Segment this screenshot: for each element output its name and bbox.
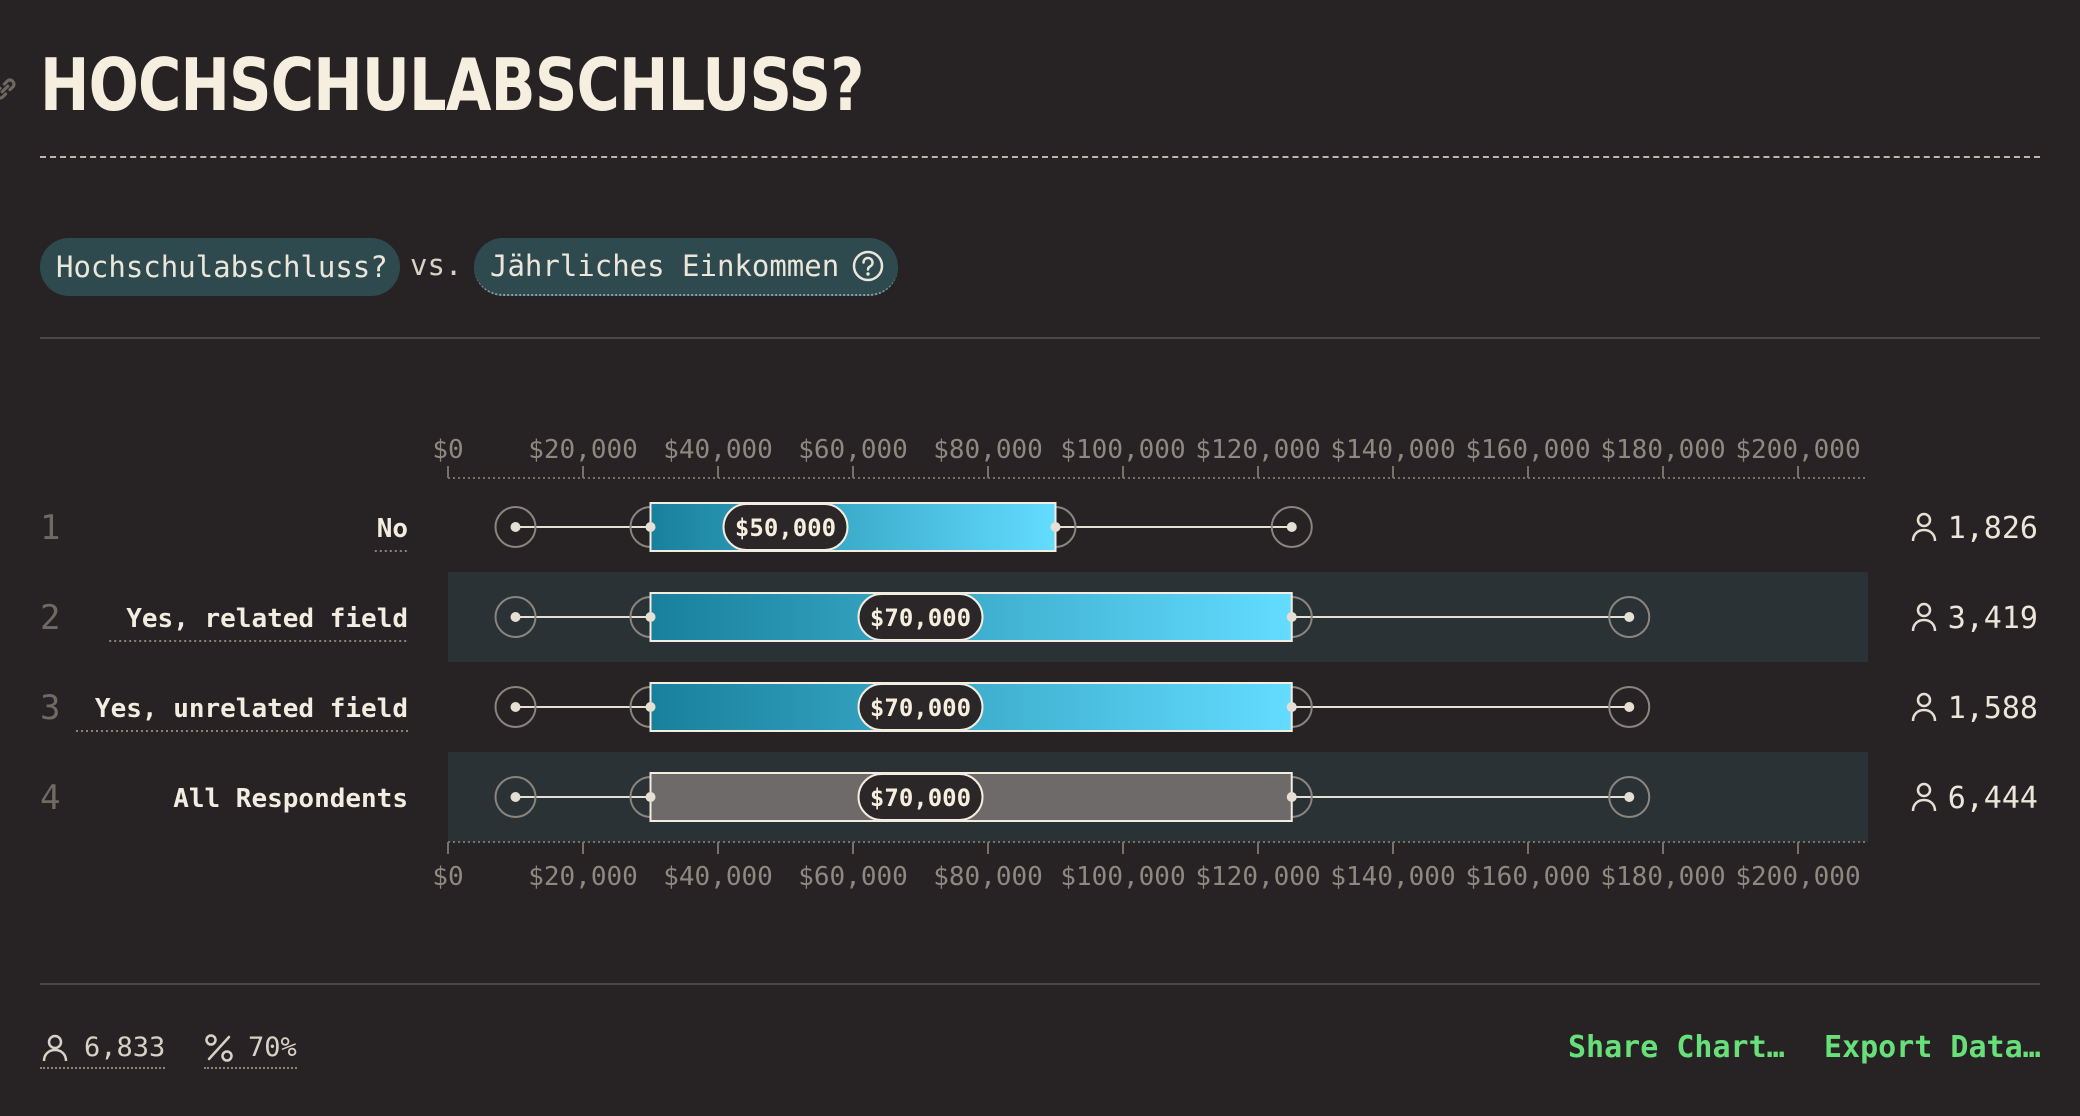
whisker-low-dot (510, 792, 521, 802)
x-tick-label: $120,000 (1195, 862, 1320, 892)
median-label: $50,000 (735, 514, 836, 542)
person-icon (1911, 692, 1937, 722)
iqr-box (649, 502, 1057, 552)
export-data-link[interactable]: Export Data… (1824, 1030, 2041, 1065)
x-tick-label: $200,000 (1735, 862, 1860, 892)
row-index: 3 (40, 688, 60, 728)
whisker-high-dot (1624, 792, 1635, 802)
x-tick-label: $60,000 (798, 862, 908, 892)
row-count: 1,588 (1948, 691, 2038, 726)
q3-dot (1286, 702, 1297, 712)
q1-dot (645, 792, 656, 802)
response-rate[interactable]: 70% (204, 1032, 297, 1069)
row-index: 2 (40, 598, 60, 638)
person-icon-body (1911, 708, 1937, 722)
person-icon-head (1916, 692, 1932, 708)
x-tick-label: $120,000 (1195, 435, 1320, 465)
x-tick-label: $160,000 (1465, 862, 1590, 892)
row-count: 1,826 (1948, 511, 2038, 546)
x-tick-label: $0 (432, 862, 463, 892)
median-label: $70,000 (870, 604, 971, 632)
boxplot-chart: $0 $20,000 $40,000 $60,000 $80,000 $100,000 $1… (40, 435, 2038, 892)
x-tick-label: $200,000 (1735, 435, 1860, 465)
q3-dot (1286, 792, 1297, 802)
x-tick-label: $180,000 (1600, 435, 1725, 465)
q1-dot (645, 612, 656, 622)
person-icon-body (1911, 798, 1937, 812)
person-icon (1911, 782, 1937, 812)
x-tick-label: $80,000 (933, 862, 1043, 892)
median-label: $70,000 (870, 694, 971, 722)
whisker-high-dot (1624, 702, 1635, 712)
row-label: No (377, 514, 408, 544)
person-icon (42, 1034, 68, 1061)
total-respondents[interactable]: 6,833 (40, 1032, 166, 1069)
x-tick-label: $160,000 (1465, 435, 1590, 465)
total-respondents-value: 6,833 (84, 1032, 166, 1063)
x-tick-label: $100,000 (1060, 862, 1185, 892)
person-icon (1911, 512, 1937, 542)
person-icon-body (1911, 528, 1937, 542)
q3-dot (1286, 612, 1297, 622)
row-label: Yes, related field (126, 604, 408, 634)
x-tick-label: $0 (432, 435, 463, 465)
person-icon-head (1916, 512, 1932, 528)
x-tick-label: $40,000 (663, 435, 773, 465)
q1-dot (645, 522, 656, 532)
x-tick-label: $80,000 (933, 435, 1043, 465)
x-tick-label: $140,000 (1330, 862, 1455, 892)
row-label: All Respondents (173, 784, 408, 814)
person-icon-body (1911, 618, 1937, 632)
whisker-low-dot (510, 612, 521, 622)
whisker-high-dot (1624, 612, 1635, 622)
share-chart-link[interactable]: Share Chart… (1568, 1030, 1785, 1065)
q3-dot (1050, 522, 1061, 532)
x-tick-label: $40,000 (663, 862, 773, 892)
person-icon (1911, 602, 1937, 632)
median-label: $70,000 (870, 784, 971, 812)
whisker-high-dot (1286, 522, 1297, 532)
person-icon-head (1916, 602, 1932, 618)
row-index: 4 (40, 778, 60, 818)
row-label: Yes, unrelated field (95, 694, 408, 724)
row-count: 3,419 (1948, 601, 2038, 636)
x-tick-label: $20,000 (528, 435, 638, 465)
x-tick-label: $100,000 (1060, 435, 1185, 465)
row-index: 1 (40, 508, 60, 548)
person-icon-head (1916, 782, 1932, 798)
response-rate-value: 70% (248, 1032, 297, 1063)
x-tick-label: $140,000 (1330, 435, 1455, 465)
whisker-low-dot (510, 522, 521, 532)
whisker-low-dot (510, 702, 521, 712)
percent-icon (205, 1033, 233, 1062)
x-tick-label: $20,000 (528, 862, 638, 892)
q1-dot (645, 702, 656, 712)
x-tick-label: $60,000 (798, 435, 908, 465)
row-count: 6,444 (1948, 781, 2038, 816)
x-tick-label: $180,000 (1600, 862, 1725, 892)
